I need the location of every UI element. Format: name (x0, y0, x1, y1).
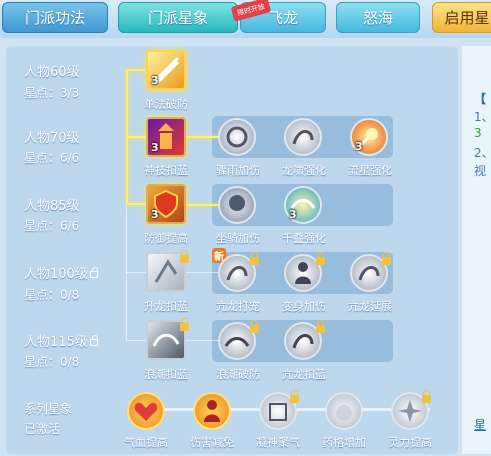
skill-node-rain-damage[interactable] (218, 118, 256, 156)
desc-value: 3 (474, 126, 482, 140)
tree-connector (126, 203, 146, 205)
series-node-hp[interactable] (127, 392, 165, 430)
level-label: 人物100级 (24, 267, 88, 282)
skill-node-divine-mana[interactable]: 3 (146, 117, 186, 157)
tree-connector (126, 272, 146, 273)
lock-icon (316, 252, 325, 265)
lock-icon (250, 252, 259, 265)
tree-connector (186, 340, 220, 341)
tree-connector (186, 204, 220, 206)
dragon-icon (226, 266, 248, 281)
node-level: 3 (289, 208, 297, 221)
series-status: 已激活 (24, 422, 61, 436)
mount-icon (229, 195, 245, 211)
node-label: 坐骑加伤 (216, 232, 260, 245)
skill-node-thousand-fold[interactable]: 3 (284, 186, 322, 224)
node-label: 神技扣蓝 (144, 164, 188, 177)
tab-sect-skills[interactable]: 门派功法 (2, 2, 108, 33)
node-label: 亢龙延展 (348, 300, 392, 313)
node-label: 浪潮扣蓝 (144, 368, 188, 381)
star-points: 星点：3/3 (24, 86, 80, 100)
node-label: 气血提高 (124, 436, 168, 449)
level-label-locked: 人物115级 (24, 331, 98, 350)
potion-icon (336, 405, 352, 421)
lock-icon (89, 335, 98, 346)
desc-text: 视 (474, 164, 487, 178)
series-node-damage-reduce[interactable] (193, 392, 231, 430)
series-label: 系列星象 (24, 402, 73, 416)
node-label: 千叠强化 (282, 232, 326, 245)
node-level: 3 (355, 140, 363, 153)
node-label: 药格增加 (322, 436, 366, 449)
heart-icon (134, 402, 158, 421)
warrior-icon (204, 400, 220, 422)
dragon-icon (358, 266, 380, 281)
skill-node-meteor[interactable]: 3 (350, 118, 388, 156)
star-tree-panel (6, 46, 458, 454)
lock-icon (316, 320, 325, 333)
tab-sect-stars[interactable]: 门派星象 (118, 2, 238, 33)
tab-nuhai[interactable]: 怒海 (336, 2, 420, 33)
enable-stars-button[interactable]: 启用星 (432, 2, 491, 33)
tree-connector (186, 272, 220, 273)
skill-node-mount-damage[interactable] (218, 186, 256, 224)
node-label: 灵力提高 (388, 436, 432, 449)
skill-node-dragon-roar[interactable] (284, 118, 322, 156)
lock-icon (422, 390, 431, 403)
lock-icon (180, 250, 189, 263)
tree-connector (126, 340, 146, 341)
star-points: 星点：6/6 (24, 219, 80, 233)
node-label: 防御提高 (144, 232, 188, 245)
level-label-locked: 人物100级 (24, 263, 98, 282)
dragon-claw-icon (154, 259, 178, 283)
node-level: 3 (151, 141, 159, 154)
star-points: 星点：6/6 (24, 151, 80, 165)
tree-connector (126, 136, 146, 138)
node-label: 龙啸强化 (282, 164, 326, 177)
level-label: 人物60级 (24, 65, 80, 80)
lock-icon (89, 267, 98, 278)
node-label: 单法破防 (144, 98, 188, 111)
node-label: 升龙扣蓝 (144, 300, 188, 313)
tide-icon (152, 333, 180, 347)
swirl-icon (226, 126, 248, 148)
level-label: 人物70级 (24, 131, 80, 146)
node-label: 变身加伤 (282, 300, 326, 313)
lock-icon (290, 390, 299, 403)
star-points: 星点：0/8 (24, 355, 80, 369)
node-label: 亢龙打宠 (216, 300, 260, 313)
star-link[interactable]: 星 (474, 416, 486, 433)
node-level: 3 (151, 208, 159, 221)
desc-item-1: 1、 (474, 110, 491, 124)
node-label: 伤害减免 (190, 436, 234, 449)
wave-icon (224, 337, 250, 347)
description-panel: 【 1、 3 2、 视 星 (462, 46, 491, 454)
node-label: 亢龙扣蓝 (282, 368, 326, 381)
node-label: 骤雨加伤 (216, 164, 260, 177)
lock-icon (180, 318, 189, 331)
series-node-potion[interactable] (325, 392, 363, 430)
level-label: 人物115级 (24, 335, 88, 350)
lock-icon (250, 320, 259, 333)
tree-connector (186, 136, 220, 138)
figure-icon (295, 262, 311, 284)
desc-item-2: 2、 (474, 146, 491, 160)
lock-icon (382, 252, 391, 265)
skill-node-defense-up[interactable]: 3 (146, 184, 186, 224)
node-label: 流星强化 (348, 164, 392, 177)
skill-node-single-spell-break[interactable]: 3 (146, 50, 186, 90)
node-level: 3 (151, 74, 159, 87)
level-label: 人物85级 (24, 199, 80, 214)
tree-connector (126, 69, 146, 71)
star-points: 星点：0/8 (24, 288, 80, 302)
dragon-icon (292, 334, 314, 349)
desc-bracket: 【 (474, 92, 487, 106)
node-label: 浪潮破防 (216, 368, 260, 381)
node-label: 凝神聚气 (256, 436, 300, 449)
dragon-icon (292, 130, 314, 145)
